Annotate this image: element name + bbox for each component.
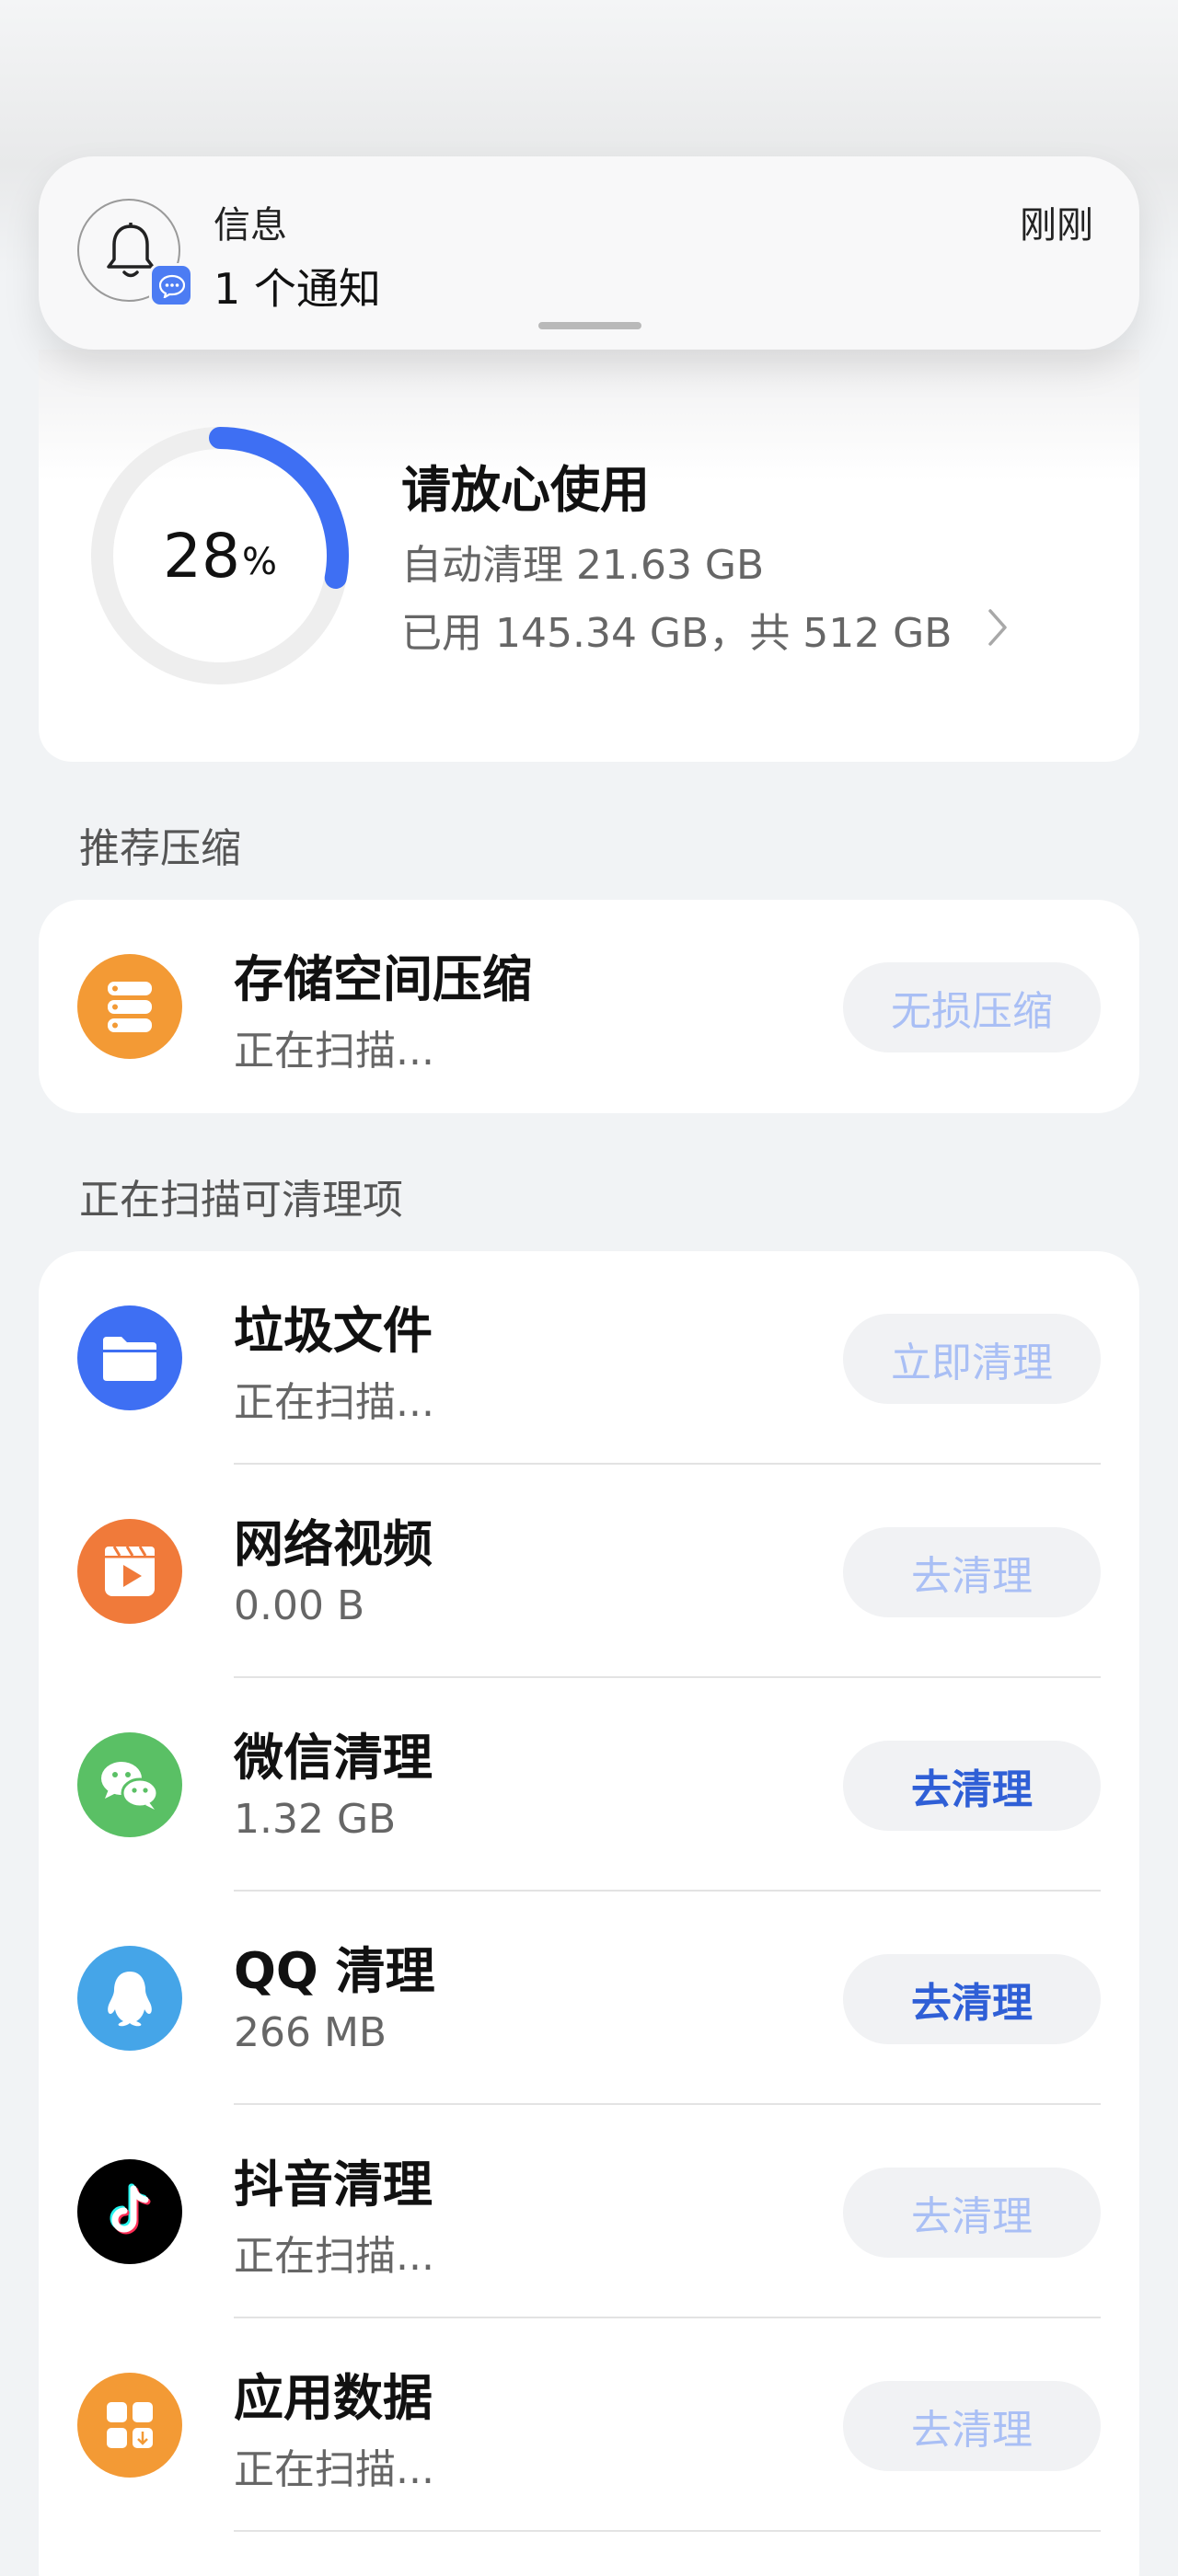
drag-handle[interactable] <box>538 322 641 329</box>
auto-clean-text: 自动清理 21.63 GB <box>401 542 765 589</box>
item-subtitle: 0.00 B <box>234 1582 365 1629</box>
app-grid-icon <box>77 2373 182 2478</box>
notification-time: 刚刚 <box>1020 204 1093 247</box>
go-clean-button[interactable]: 去清理 <box>843 2381 1101 2471</box>
item-title: 网络视频 <box>234 1515 433 1573</box>
lossless-compress-button[interactable]: 无损压缩 <box>843 962 1101 1052</box>
section-title-compress: 推荐压缩 <box>79 825 241 872</box>
notification-text: 1 个通知 <box>214 264 381 314</box>
compress-title: 存储空间压缩 <box>234 950 532 1008</box>
item-title: 微信清理 <box>234 1729 433 1787</box>
video-play-icon <box>77 1519 182 1624</box>
item-title: 抖音清理 <box>234 2156 433 2214</box>
tiktok-icon <box>77 2159 182 2264</box>
item-title: QQ 清理 <box>234 1942 435 2000</box>
storage-percent: 28% <box>89 425 351 686</box>
list-item-qq[interactable]: QQ 清理 266 MB 去清理 <box>39 1892 1139 2105</box>
item-title: 应用数据 <box>234 2369 433 2427</box>
storage-percent-value: 28 <box>163 520 240 592</box>
go-clean-button[interactable]: 去清理 <box>843 1741 1101 1831</box>
compress-status: 正在扫描... <box>234 1028 434 1075</box>
item-subtitle: 正在扫描... <box>234 1379 434 1426</box>
item-subtitle: 266 MB <box>234 2009 387 2056</box>
item-title: 垃圾文件 <box>234 1302 433 1360</box>
list-item-wechat[interactable]: 微信清理 1.32 GB 去清理 <box>39 1678 1139 1892</box>
item-subtitle: 正在扫描... <box>234 2446 434 2493</box>
storage-status-title: 请放心使用 <box>401 461 650 519</box>
go-clean-button[interactable]: 去清理 <box>843 2168 1101 2258</box>
list-item-app-data[interactable]: 应用数据 正在扫描... 去清理 <box>39 2318 1139 2532</box>
clean-now-button[interactable]: 立即清理 <box>843 1314 1101 1404</box>
storage-stack-icon <box>77 954 182 1059</box>
qq-penguin-icon <box>77 1946 182 2051</box>
folder-icon <box>77 1305 182 1410</box>
go-clean-button[interactable]: 去清理 <box>843 1527 1101 1617</box>
clean-items-card: 垃圾文件 正在扫描... 立即清理 网络视频 0.00 B 去清理 微信清理 1… <box>39 1251 1139 2576</box>
wechat-icon <box>77 1732 182 1837</box>
list-item-douyin[interactable]: 抖音清理 正在扫描... 去清理 <box>39 2105 1139 2318</box>
message-badge-icon <box>149 263 193 307</box>
go-clean-button[interactable]: 去清理 <box>843 1954 1101 2044</box>
item-subtitle: 正在扫描... <box>234 2233 434 2280</box>
storage-summary-card[interactable]: 28% 请放心使用 自动清理 21.63 GB 已用 145.34 GB，共 5… <box>39 350 1139 762</box>
divider <box>234 2530 1101 2532</box>
list-item-junk-files[interactable]: 垃圾文件 正在扫描... 立即清理 <box>39 1251 1139 1465</box>
list-item-storage-compress[interactable]: 存储空间压缩 正在扫描... 无损压缩 <box>39 900 1139 1113</box>
notification-app-name: 信息 <box>214 204 287 247</box>
item-subtitle: 1.32 GB <box>234 1796 397 1843</box>
list-item-network-video[interactable]: 网络视频 0.00 B 去清理 <box>39 1465 1139 1678</box>
storage-usage-text: 已用 145.34 GB，共 512 GB <box>401 610 953 657</box>
storage-percent-sign: % <box>241 541 277 583</box>
section-title-scan: 正在扫描可清理项 <box>79 1177 403 1224</box>
notification-banner[interactable]: 信息 1 个通知 刚刚 <box>39 156 1139 350</box>
chevron-right-icon[interactable] <box>987 607 1009 648</box>
compress-card: 存储空间压缩 正在扫描... 无损压缩 <box>39 900 1139 1113</box>
